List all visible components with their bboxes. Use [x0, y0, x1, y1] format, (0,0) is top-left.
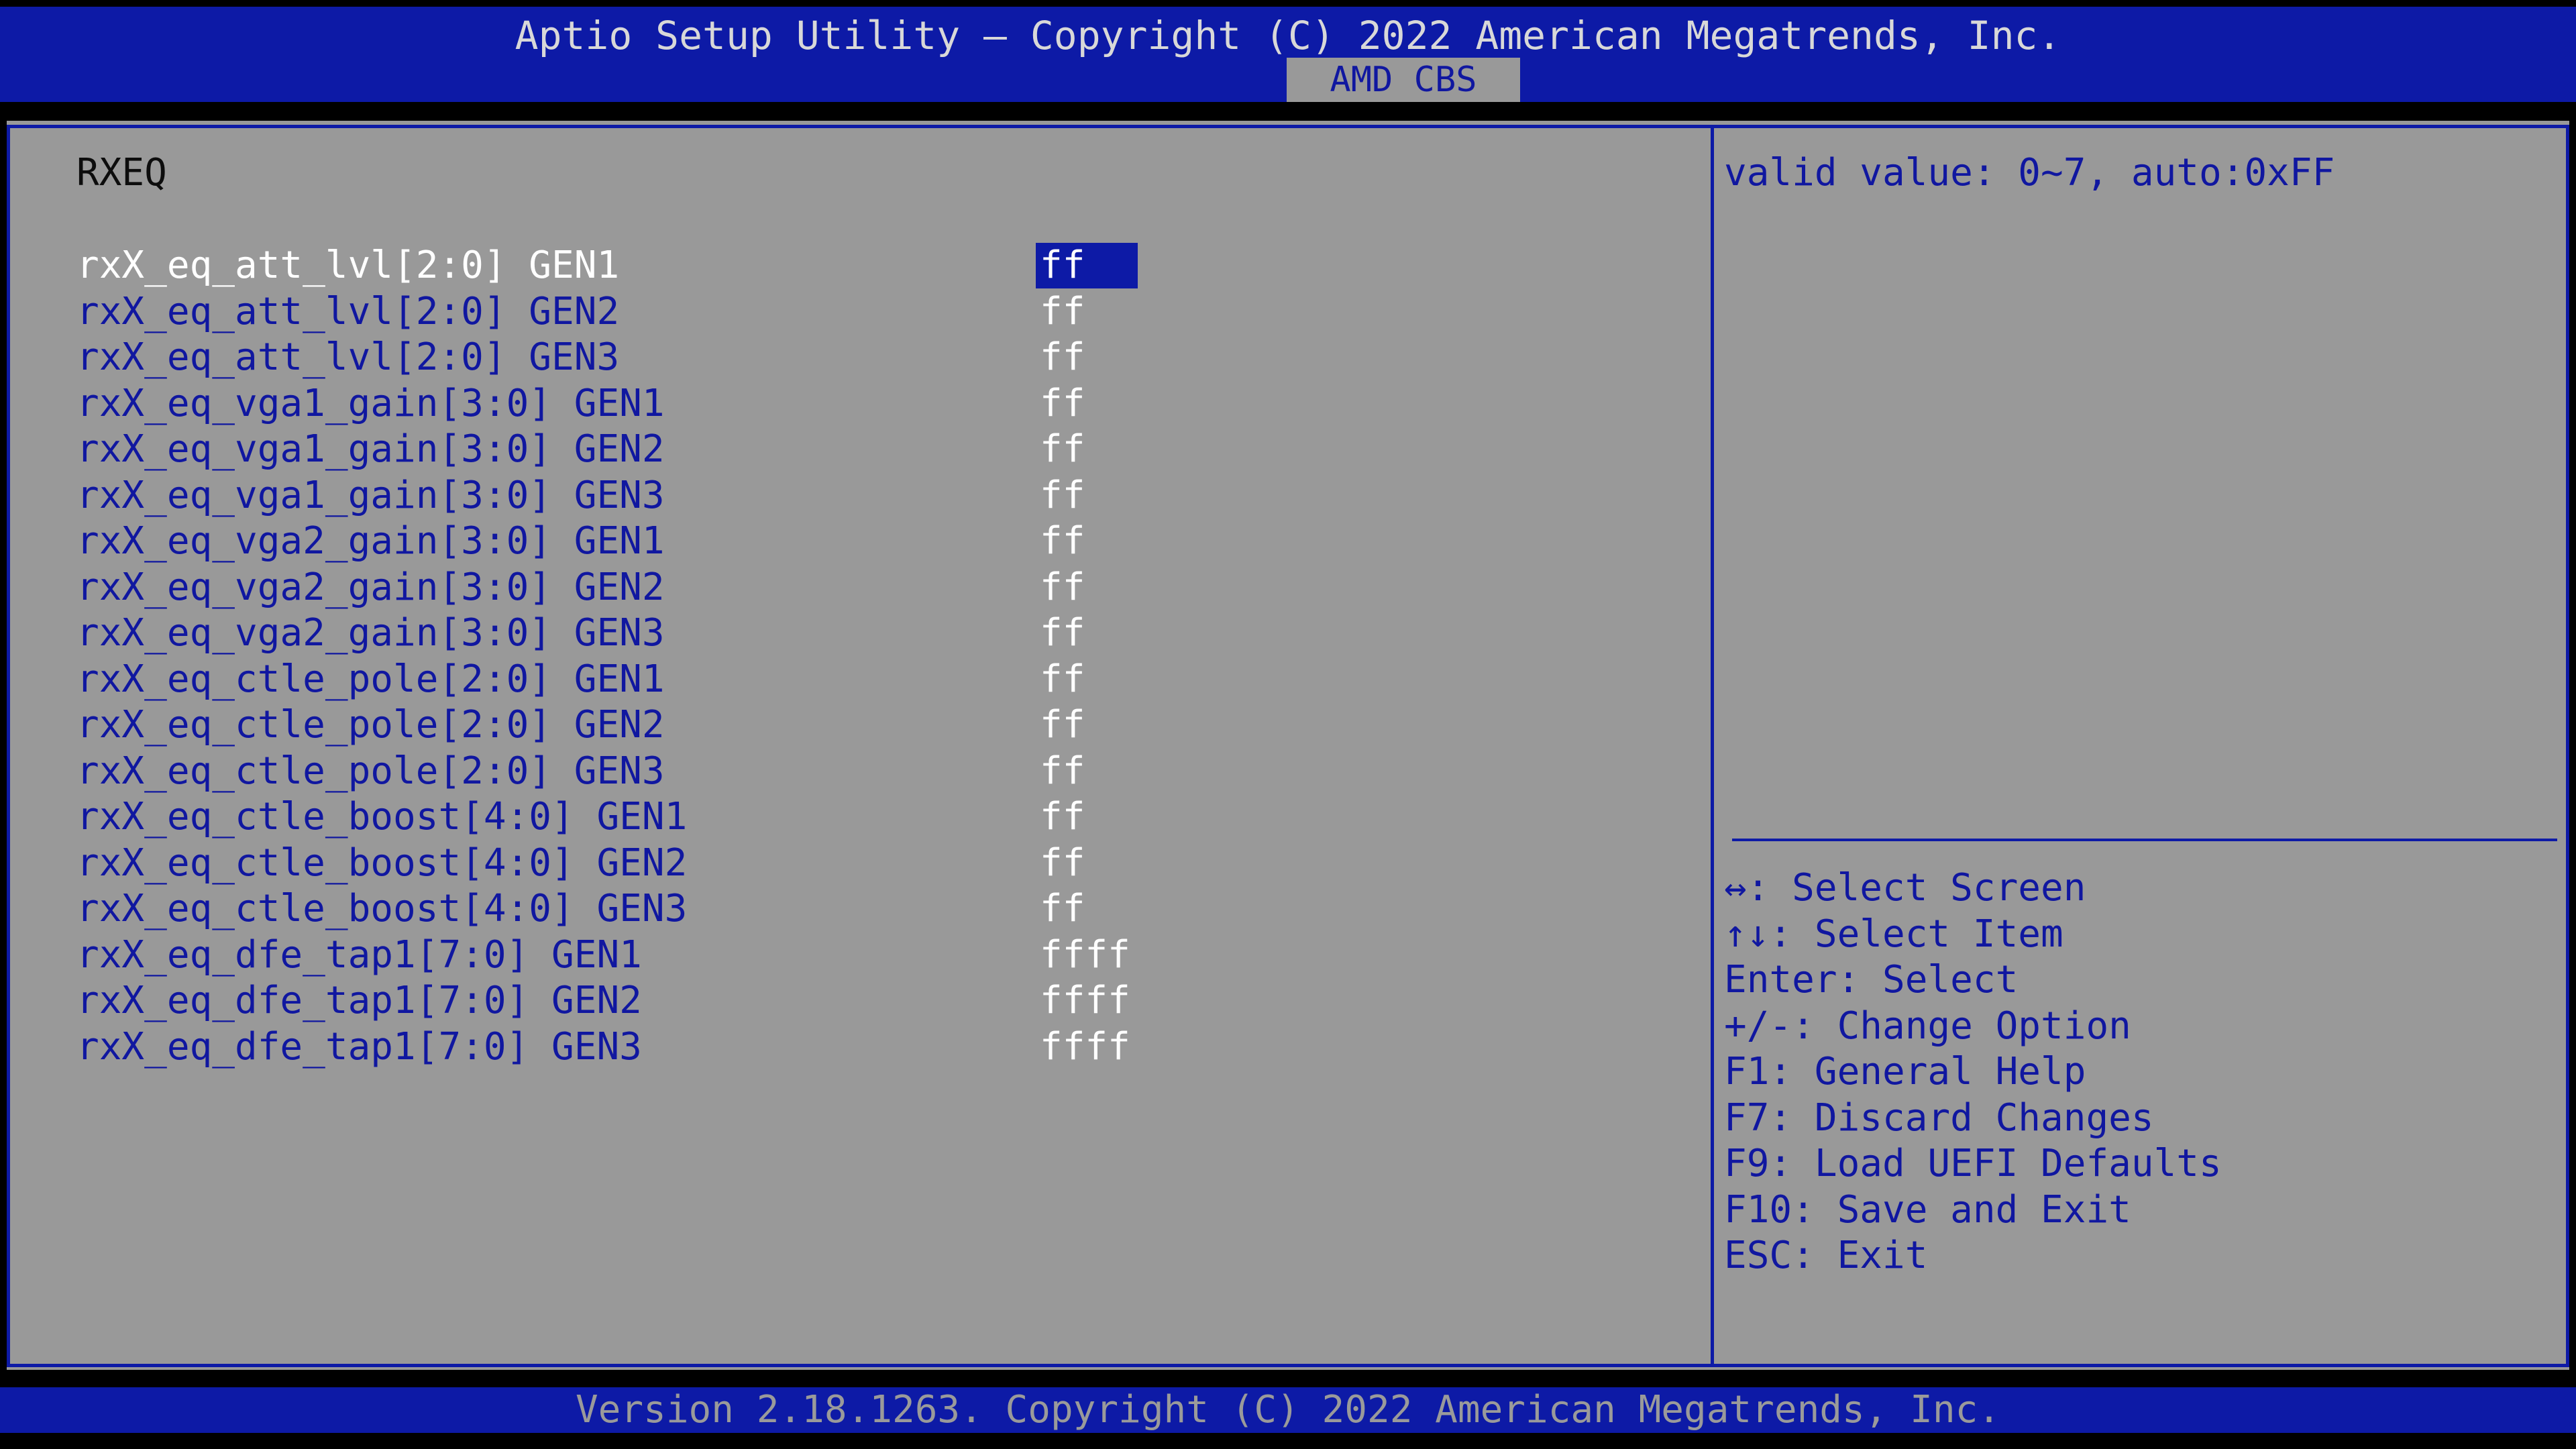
- setting-row[interactable]: rxX_eq_att_lvl[2:0] GEN3 ff: [76, 335, 1217, 380]
- key-hint-select-item: ↑↓: Select Item: [1724, 912, 2063, 956]
- setting-row[interactable]: rxX_eq_ctle_boost[4:0] GEN3 ff: [76, 886, 1217, 932]
- key-hint-save-exit: F10: Save and Exit: [1724, 1187, 2131, 1232]
- app-title: Aptio Setup Utility – Copyright (C) 2022…: [515, 13, 2061, 58]
- key-hint-select-screen: ↔: Select Screen: [1724, 866, 2086, 910]
- setting-value[interactable]: ff: [1036, 381, 1089, 427]
- setting-row[interactable]: rxX_eq_att_lvl[2:0] GEN1 ff: [76, 243, 1217, 288]
- setting-label: rxX_eq_vga1_gain[3:0] GEN3: [76, 473, 665, 517]
- setting-label: rxX_eq_vga1_gain[3:0] GEN1: [76, 381, 665, 425]
- setting-value[interactable]: ff: [1036, 794, 1089, 840]
- setting-value[interactable]: ffff: [1036, 1024, 1134, 1070]
- key-hint-enter: Enter: Select: [1724, 958, 2019, 1002]
- setting-value[interactable]: ff: [1036, 565, 1089, 610]
- key-hint-change-option: +/-: Change Option: [1724, 1004, 2131, 1048]
- setting-row[interactable]: rxX_eq_dfe_tap1[7:0] GEN1 ffff: [76, 932, 1217, 978]
- help-divider: [1732, 839, 2557, 841]
- setting-value[interactable]: ff: [1036, 427, 1089, 472]
- setting-value[interactable]: ff: [1036, 702, 1089, 748]
- setting-value[interactable]: ff: [1036, 610, 1089, 656]
- tab-amd-cbs[interactable]: AMD CBS: [1287, 58, 1520, 102]
- key-hint-exit: ESC: Exit: [1724, 1234, 1928, 1277]
- footer-version: Version 2.18.1263. Copyright (C) 2022 Am…: [575, 1388, 2001, 1432]
- setup-content: RXEQ rxX_eq_att_lvl[2:0] GEN1 ff rxX_eq_at…: [7, 121, 2569, 1370]
- setting-row[interactable]: rxX_eq_att_lvl[2:0] GEN2 ff: [76, 289, 1217, 335]
- key-hint-load-defaults: F9: Load UEFI Defaults: [1724, 1142, 2222, 1185]
- setting-label: rxX_eq_dfe_tap1[7:0] GEN1: [76, 932, 642, 977]
- setting-label: rxX_eq_vga2_gain[3:0] GEN2: [76, 565, 665, 609]
- setting-row[interactable]: rxX_eq_dfe_tap1[7:0] GEN2 ffff: [76, 978, 1217, 1024]
- setting-value[interactable]: ffff: [1036, 932, 1134, 978]
- setting-value[interactable]: ff: [1036, 749, 1089, 794]
- setting-row[interactable]: rxX_eq_dfe_tap1[7:0] GEN3 ffff: [76, 1024, 1217, 1070]
- setting-label: rxX_eq_vga2_gain[3:0] GEN3: [76, 611, 665, 655]
- setting-value[interactable]: ff: [1036, 657, 1089, 702]
- setting-value[interactable]: ff: [1036, 841, 1089, 886]
- setting-row[interactable]: rxX_eq_ctle_boost[4:0] GEN2 ff: [76, 841, 1217, 886]
- setting-value[interactable]: ff: [1036, 473, 1089, 519]
- setting-row[interactable]: rxX_eq_ctle_pole[2:0] GEN3 ff: [76, 749, 1217, 794]
- setting-value[interactable]: ffff: [1036, 978, 1134, 1024]
- help-description: valid value: 0~7, auto:0xFF: [1724, 151, 2335, 195]
- setting-row[interactable]: rxX_eq_ctle_boost[4:0] GEN1 ff: [76, 794, 1217, 840]
- section-title: RXEQ: [76, 151, 167, 195]
- setting-label: rxX_eq_att_lvl[2:0] GEN3: [76, 335, 620, 379]
- setting-label: rxX_eq_ctle_pole[2:0] GEN1: [76, 657, 665, 701]
- setting-value[interactable]: ff: [1036, 519, 1089, 564]
- setting-label: rxX_eq_vga2_gain[3:0] GEN1: [76, 519, 665, 563]
- setting-row[interactable]: rxX_eq_ctle_pole[2:0] GEN1 ff: [76, 657, 1217, 702]
- setting-value[interactable]: ff: [1036, 335, 1089, 380]
- key-legend: ↔: Select Screen ↑↓: Select Item Enter: …: [1724, 865, 2222, 1279]
- setting-value[interactable]: ff: [1036, 243, 1138, 288]
- setting-label: rxX_eq_ctle_pole[2:0] GEN3: [76, 749, 665, 793]
- setting-value[interactable]: ff: [1036, 886, 1089, 932]
- key-hint-general-help: F1: General Help: [1724, 1050, 2086, 1093]
- setting-label: rxX_eq_ctle_boost[4:0] GEN1: [76, 795, 688, 839]
- setting-row[interactable]: rxX_eq_vga1_gain[3:0] GEN3 ff: [76, 473, 1217, 519]
- setting-row[interactable]: rxX_eq_ctle_pole[2:0] GEN2 ff: [76, 702, 1217, 748]
- setting-row[interactable]: rxX_eq_vga1_gain[3:0] GEN2 ff: [76, 427, 1217, 472]
- setting-row[interactable]: rxX_eq_vga1_gain[3:0] GEN1 ff: [76, 381, 1217, 427]
- setting-label: rxX_eq_vga1_gain[3:0] GEN2: [76, 427, 665, 471]
- setting-label: rxX_eq_att_lvl[2:0] GEN2: [76, 289, 620, 333]
- setting-row[interactable]: rxX_eq_vga2_gain[3:0] GEN2 ff: [76, 565, 1217, 610]
- setting-label: rxX_eq_dfe_tap1[7:0] GEN2: [76, 979, 642, 1022]
- setting-label: rxX_eq_att_lvl[2:0] GEN1: [76, 244, 620, 287]
- setting-label: rxX_eq_ctle_pole[2:0] GEN2: [76, 703, 665, 747]
- setting-row[interactable]: rxX_eq_vga2_gain[3:0] GEN1 ff: [76, 519, 1217, 564]
- setting-row[interactable]: rxX_eq_vga2_gain[3:0] GEN3 ff: [76, 610, 1217, 656]
- setting-label: rxX_eq_ctle_boost[4:0] GEN2: [76, 841, 688, 885]
- setting-label: rxX_eq_ctle_boost[4:0] GEN3: [76, 887, 688, 930]
- key-hint-discard-changes: F7: Discard Changes: [1724, 1095, 2154, 1140]
- setting-value[interactable]: ff: [1036, 289, 1089, 335]
- setting-label: rxX_eq_dfe_tap1[7:0] GEN3: [76, 1024, 642, 1069]
